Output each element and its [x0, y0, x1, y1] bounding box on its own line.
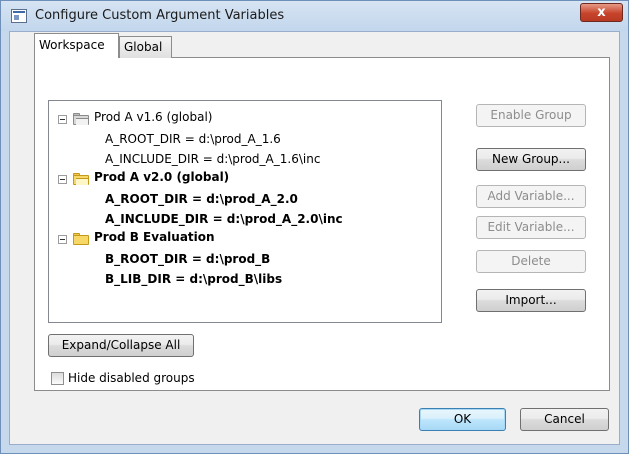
close-button[interactable]: x	[580, 3, 623, 22]
title-bar[interactable]: Configure Custom Argument Variables x	[1, 1, 628, 31]
enable-group-button[interactable]: Enable Group	[476, 104, 586, 127]
expand-collapse-all-button[interactable]: Expand/Collapse All	[48, 334, 194, 357]
cancel-button[interactable]: Cancel	[520, 408, 609, 431]
tree-variable[interactable]: A_ROOT_DIR = d:\prod_A_2.0	[105, 192, 298, 206]
tree-variable[interactable]: A_INCLUDE_DIR = d:\prod_A_1.6\inc	[105, 152, 320, 166]
folder-open-disabled-icon	[73, 113, 89, 125]
tree-group-prod-a-v16[interactable]: Prod A v1.6 (global)	[94, 110, 212, 124]
collapse-toggle-icon[interactable]	[58, 175, 67, 184]
edit-variable-button[interactable]: Edit Variable...	[476, 216, 586, 239]
tree-variable[interactable]: A_INCLUDE_DIR = d:\prod_A_2.0\inc	[105, 212, 343, 226]
import-button[interactable]: Import...	[476, 289, 586, 312]
ok-button[interactable]: OK	[419, 408, 506, 431]
folder-icon	[73, 233, 89, 245]
tab-workspace[interactable]: Workspace	[34, 33, 119, 58]
collapse-toggle-icon[interactable]	[58, 235, 67, 244]
hide-disabled-groups-checkbox[interactable]	[51, 372, 64, 385]
variables-tree[interactable]: Prod A v1.6 (global) A_ROOT_DIR = d:\pro…	[48, 100, 442, 323]
delete-button[interactable]: Delete	[476, 250, 586, 273]
tree-group-prod-b[interactable]: Prod B Evaluation	[94, 230, 215, 244]
tree-variable[interactable]: B_LIB_DIR = d:\prod_B\libs	[105, 272, 282, 286]
add-variable-button[interactable]: Add Variable...	[476, 185, 586, 208]
hide-disabled-groups-label: Hide disabled groups	[68, 371, 195, 385]
tree-variable[interactable]: A_ROOT_DIR = d:\prod_A_1.6	[105, 132, 281, 146]
window-icon	[11, 9, 27, 23]
tab-global[interactable]: Global	[119, 36, 172, 58]
tree-variable[interactable]: B_ROOT_DIR = d:\prod_B	[105, 252, 270, 266]
tree-group-prod-a-v20[interactable]: Prod A v2.0 (global)	[94, 170, 229, 184]
collapse-toggle-icon[interactable]	[58, 115, 67, 124]
folder-open-icon	[73, 173, 89, 185]
new-group-button[interactable]: New Group...	[476, 148, 586, 171]
window-title: Configure Custom Argument Variables	[35, 8, 285, 23]
